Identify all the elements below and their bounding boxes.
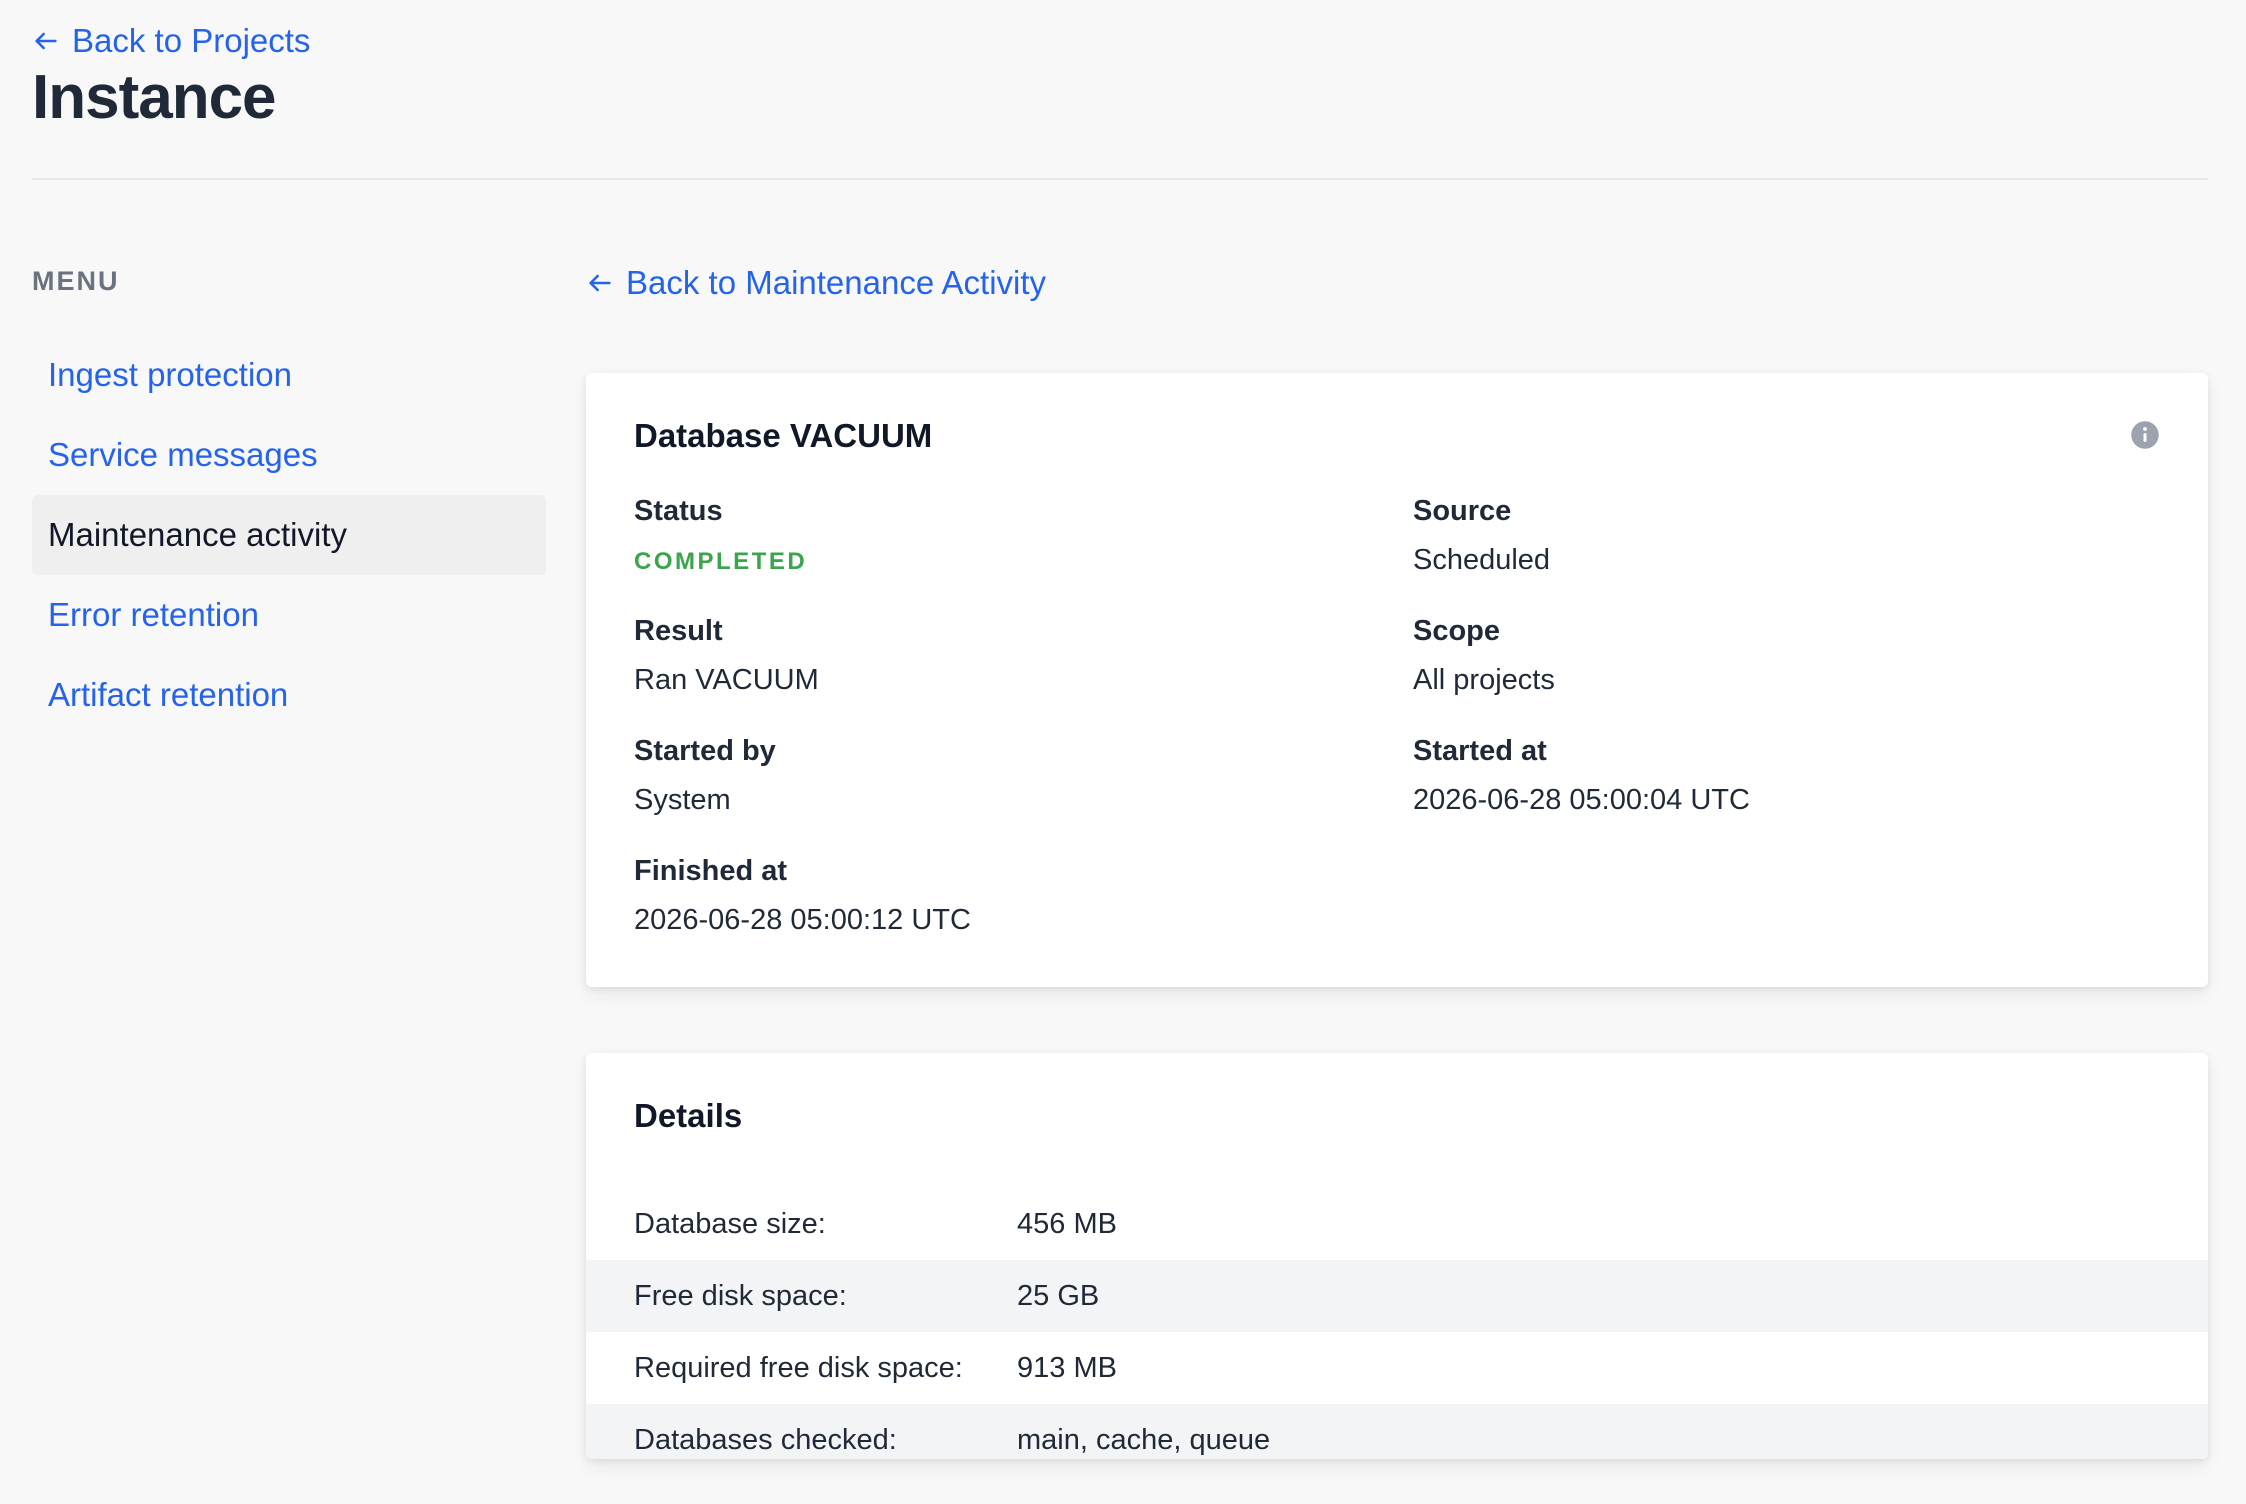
back-to-maintenance-label: Back to Maintenance Activity xyxy=(626,264,1047,301)
page: Back to Projects Instance MENU Ingest pr… xyxy=(0,0,2246,1504)
back-to-maintenance-link[interactable]: Back to Maintenance Activity xyxy=(586,264,1046,302)
started-at-field: Started at 2026-06-28 05:00:04 UTC xyxy=(1413,735,1750,817)
details-row: Database size: 456 MB xyxy=(586,1188,2208,1260)
details-title: Details xyxy=(634,1097,743,1134)
scope-label: Scope xyxy=(1413,615,1501,647)
details-value: 25 GB xyxy=(1017,1279,1100,1312)
details-value: main, cache, queue xyxy=(1017,1423,1271,1456)
back-to-projects-link[interactable]: Back to Projects xyxy=(32,22,310,60)
page-title: Instance xyxy=(32,63,277,132)
source-field: Source Scheduled xyxy=(1413,495,1550,577)
started-at-label: Started at xyxy=(1413,735,1547,767)
started-at-value: 2026-06-28 05:00:04 UTC xyxy=(1413,784,1750,816)
scope-field: Scope All projects xyxy=(1413,615,1555,697)
back-to-projects-label: Back to Projects xyxy=(72,22,311,59)
result-label: Result xyxy=(634,615,723,647)
details-row: Databases checked: main, cache, queue xyxy=(586,1404,2208,1459)
finished-at-value: 2026-06-28 05:00:12 UTC xyxy=(634,904,971,936)
source-label: Source xyxy=(1413,495,1512,527)
details-row: Required free disk space: 913 MB xyxy=(586,1332,2208,1404)
finished-at-field: Finished at 2026-06-28 05:00:12 UTC xyxy=(634,855,971,937)
header-divider xyxy=(32,178,2208,180)
details-table: Database size: 456 MB Free disk space: 2… xyxy=(586,1188,2208,1459)
finished-at-label: Finished at xyxy=(634,855,788,887)
info-icon[interactable] xyxy=(2130,420,2160,450)
details-value: 913 MB xyxy=(1017,1351,1117,1384)
details-key: Databases checked: xyxy=(634,1423,897,1456)
sidebar-item-maintenance-activity[interactable]: Maintenance activity xyxy=(32,495,546,575)
status-label: Status xyxy=(634,495,723,527)
source-value: Scheduled xyxy=(1413,544,1551,576)
details-key: Free disk space: xyxy=(634,1279,847,1312)
sidebar-item-error-retention[interactable]: Error retention xyxy=(32,575,546,655)
result-value: Ran VACUUM xyxy=(634,664,819,696)
details-key: Required free disk space: xyxy=(634,1351,963,1384)
menu-heading: MENU xyxy=(32,266,120,296)
sidebar-item-ingest-protection[interactable]: Ingest protection xyxy=(32,335,546,415)
sidebar-nav: Ingest protection Service messages Maint… xyxy=(32,335,546,735)
details-value: 456 MB xyxy=(1017,1207,1117,1240)
details-key: Database size: xyxy=(634,1207,826,1240)
summary-title: Database VACUUM xyxy=(634,417,933,454)
started-by-value: System xyxy=(634,784,731,816)
sidebar-item-service-messages[interactable]: Service messages xyxy=(32,415,546,495)
summary-card: Database VACUUM Status COMPLETED Source … xyxy=(586,373,2208,987)
details-card: Details Database size: 456 MB Free disk … xyxy=(586,1053,2208,1459)
started-by-field: Started by System xyxy=(634,735,776,817)
status-badge: COMPLETED xyxy=(634,548,808,575)
sidebar-item-artifact-retention[interactable]: Artifact retention xyxy=(32,655,546,735)
scope-value: All projects xyxy=(1413,664,1555,696)
arrow-left-icon xyxy=(32,27,60,55)
status-field: Status COMPLETED xyxy=(634,495,807,576)
arrow-left-icon xyxy=(586,269,614,297)
started-by-label: Started by xyxy=(634,735,776,767)
result-field: Result Ran VACUUM xyxy=(634,615,819,697)
details-row: Free disk space: 25 GB xyxy=(586,1260,2208,1332)
